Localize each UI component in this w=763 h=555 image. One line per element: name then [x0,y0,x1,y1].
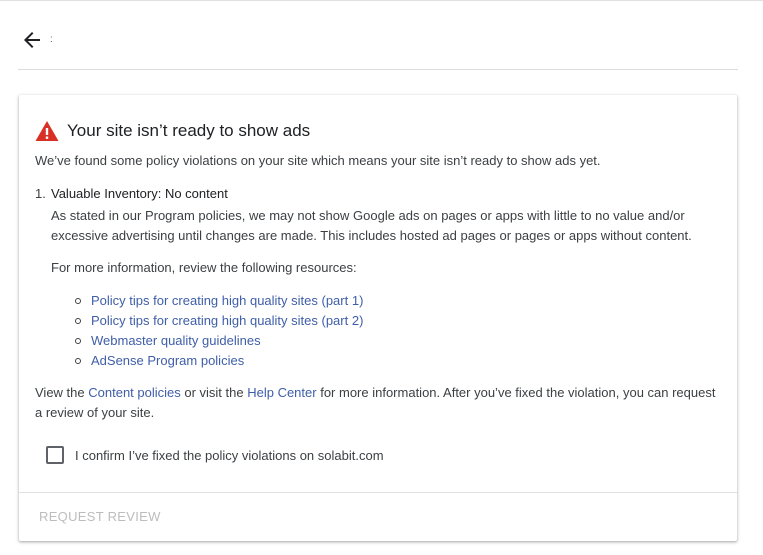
arrow-left-icon [24,32,40,48]
confirm-label[interactable]: I confirm I’ve fixed the policy violatio… [75,448,384,463]
page-title: : [50,34,53,45]
help-center-link[interactable]: Help Center [247,385,316,400]
more-info-text: For more information, review the followi… [51,260,357,275]
violation-title: Valuable Inventory: No content [51,186,228,201]
page-header: : [18,20,738,70]
list-item: Policy tips for creating high quality si… [75,311,363,331]
policy-card: Your site isn’t ready to show ads We’ve … [19,95,737,541]
violation-number: 1. [35,186,46,201]
resource-list: Policy tips for creating high quality si… [75,291,363,371]
intro-text: We’ve found some policy violations on yo… [35,153,601,168]
footer-or-visit: or visit the [180,385,248,400]
resource-link-adsense-policies[interactable]: AdSense Program policies [91,353,244,368]
footer-text: View the Content policies or visit the H… [35,383,725,423]
resource-link-webmaster-guidelines[interactable]: Webmaster quality guidelines [91,333,261,348]
top-border [0,0,763,1]
card-title-row: Your site isn’t ready to show ads [35,120,310,142]
confirm-checkbox[interactable] [46,446,64,464]
list-item: Policy tips for creating high quality si… [75,291,363,311]
bullet-icon [75,358,81,364]
card-divider [19,492,737,493]
confirm-row: I confirm I’ve fixed the policy violatio… [46,446,384,464]
back-button[interactable] [20,28,44,52]
violation-description: As stated in our Program policies, we ma… [51,208,692,243]
bullet-icon [75,318,81,324]
resource-link-policy-tips-2[interactable]: Policy tips for creating high quality si… [91,313,363,328]
footer-view-the: View the [35,385,89,400]
warning-icon [35,120,59,142]
list-item: AdSense Program policies [75,351,363,371]
request-review-button[interactable]: REQUEST REVIEW [39,509,161,524]
card-title: Your site isn’t ready to show ads [67,121,311,140]
resource-link-policy-tips-1[interactable]: Policy tips for creating high quality si… [91,293,363,308]
content-policies-link[interactable]: Content policies [88,385,181,400]
bullet-icon [75,298,81,304]
list-item: Webmaster quality guidelines [75,331,363,351]
bullet-icon [75,338,81,344]
